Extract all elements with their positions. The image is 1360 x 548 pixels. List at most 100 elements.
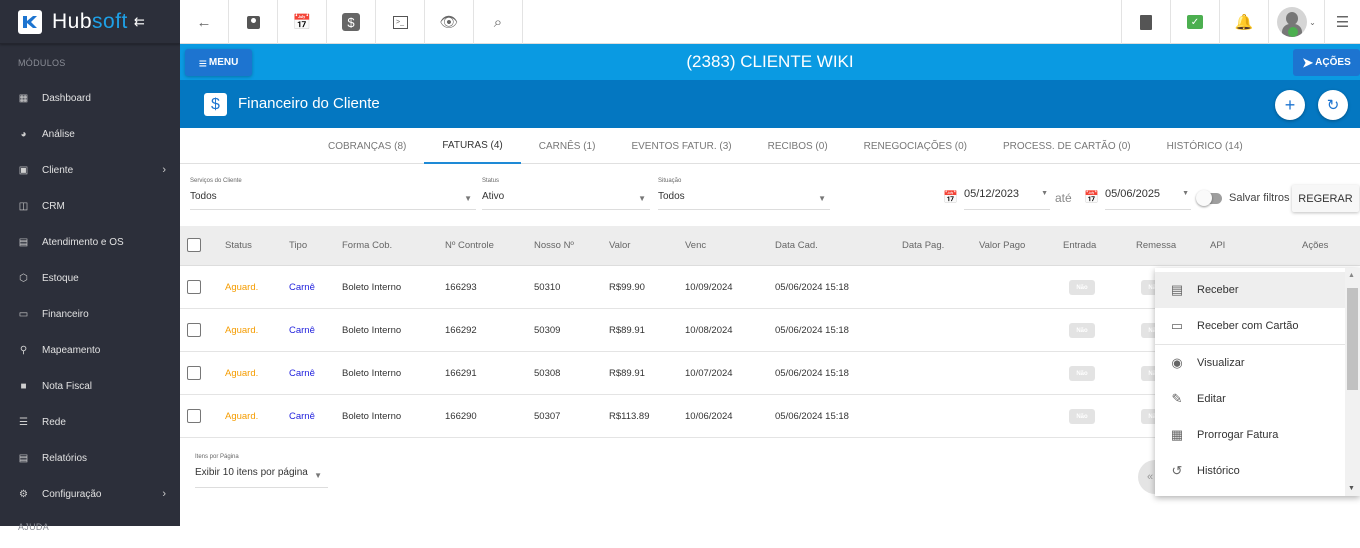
cell-tipo[interactable]: Carnê [289, 282, 315, 293]
cell-status: Aguard. [225, 411, 259, 422]
date-from-input[interactable]: 05/12/2023 ▼ [964, 188, 1050, 210]
situacao-select[interactable]: Situação Todos ▼ [658, 178, 830, 210]
cell-tipo[interactable]: Carnê [289, 368, 315, 379]
menu-item-visualizar[interactable]: ◉ Visualizar [1155, 345, 1360, 381]
cell-status: Aguard. [225, 368, 259, 379]
cell-valor: R$99.90 [609, 282, 645, 293]
cell-data-cad: 05/06/2024 15:18 [775, 411, 849, 422]
items-per-page-select[interactable]: Itens por Página Exibir 10 itens por pág… [195, 454, 328, 488]
date-to-input[interactable]: 05/06/2025 ▼ [1105, 188, 1191, 210]
menu-button[interactable]: ≡ MENU [185, 49, 252, 76]
terminal-button[interactable]: >_ [376, 0, 425, 44]
notifications-button[interactable]: 🔔 [1219, 0, 1268, 44]
menu-item-label: Histórico [1197, 465, 1240, 477]
cell-venc: 10/08/2024 [685, 325, 733, 336]
row-checkbox[interactable] [187, 409, 201, 423]
cell-venc: 10/07/2024 [685, 368, 733, 379]
column-header[interactable]: Tipo [289, 240, 307, 251]
sidebar-item-nota-fiscal[interactable]: ■ Nota Fiscal [0, 368, 180, 404]
column-header[interactable]: Forma Cob. [342, 240, 392, 251]
search-button[interactable]: ⌕ [474, 0, 523, 44]
collapse-sidebar-icon[interactable]: ⇇ [134, 14, 145, 30]
column-header[interactable]: Valor [609, 240, 630, 251]
cell-valor: R$89.91 [609, 325, 645, 336]
menu-item-receber-com-cartao[interactable]: ▭ Receber com Cartão [1155, 308, 1360, 344]
view-button[interactable]: 👁 [425, 0, 474, 44]
tab-2[interactable]: CARNÊS (1) [521, 128, 614, 164]
sidebar-item-crm[interactable]: ◫ CRM [0, 188, 180, 224]
column-header[interactable]: Ações [1302, 240, 1328, 251]
sidebar-item-estoque[interactable]: ⬡ Estoque [0, 260, 180, 296]
refresh-button[interactable]: ↻ [1318, 90, 1348, 120]
scroll-down-icon[interactable]: ▼ [1348, 485, 1355, 492]
servicos-select[interactable]: Serviços do Cliente Todos ▼ [190, 178, 476, 210]
finance-button[interactable]: $ [327, 0, 376, 44]
actions-button[interactable]: ➤ AÇÕES [1293, 49, 1360, 76]
map-pin-icon: ⚲ [19, 344, 28, 356]
cell-tipo[interactable]: Carnê [289, 411, 315, 422]
list-menu-button[interactable]: ☰ [1324, 0, 1360, 44]
tab-0[interactable]: COBRANÇAS (8) [310, 128, 424, 164]
save-filters-toggle[interactable] [1196, 190, 1222, 206]
scrollbar-thumb[interactable] [1347, 288, 1358, 390]
column-header[interactable]: API [1210, 240, 1225, 251]
calendar-icon[interactable]: 📅 [1084, 190, 1099, 204]
sidebar-item-rede[interactable]: ☰ Rede [0, 404, 180, 440]
date-separator: até [1055, 191, 1072, 205]
cell-status: Aguard. [225, 282, 259, 293]
sidebar-item-relat-rios[interactable]: ▤ Relatórios [0, 440, 180, 476]
tab-1[interactable]: FATURAS (4) [424, 128, 521, 164]
select-all-checkbox[interactable] [187, 238, 201, 252]
sidebar-item-dashboard[interactable]: ▦ Dashboard [0, 80, 180, 116]
scroll-up-icon[interactable]: ▲ [1348, 272, 1355, 279]
contact-card-icon [246, 15, 260, 29]
menu-item-prorrogar-fatura[interactable]: ▦ Prorrogar Fatura [1155, 417, 1360, 453]
items-per-page-label: Itens por Página [195, 454, 239, 460]
column-header[interactable]: Status [225, 240, 252, 251]
column-header[interactable]: Venc [685, 240, 706, 251]
calendar-icon[interactable]: 📅 [943, 190, 958, 204]
pdf-button[interactable] [1121, 0, 1170, 44]
row-checkbox[interactable] [187, 323, 201, 337]
dropdown-arrow-icon: ▼ [638, 194, 646, 203]
chat-button[interactable]: ✓ [1170, 0, 1219, 44]
sidebar-item-financeiro[interactable]: ▭ Financeiro [0, 296, 180, 332]
client-header: (2383) CLIENTE WIKI ≡ MENU ➤ AÇÕES [180, 44, 1360, 80]
regerar-button[interactable]: REGERAR [1292, 185, 1359, 212]
row-checkbox[interactable] [187, 280, 201, 294]
dashboard-icon: ▦ [18, 92, 29, 104]
sidebar-item-atendimento-e-os[interactable]: ▤ Atendimento e OS [0, 224, 180, 260]
tab-4[interactable]: RECIBOS (0) [750, 128, 846, 164]
menu-item-receber[interactable]: ▤ Receber [1155, 272, 1360, 308]
situacao-value: Todos [658, 191, 685, 202]
dropdown-arrow-icon: ▼ [1041, 190, 1048, 197]
column-header[interactable]: Nosso Nº [534, 240, 574, 251]
client-button[interactable] [229, 0, 278, 44]
menu-scrollbar[interactable]: ▲ ▼ [1345, 268, 1360, 496]
column-header[interactable]: Entrada [1063, 240, 1096, 251]
menu-item-editar[interactable]: ✎ Editar [1155, 381, 1360, 417]
menu-item-historico[interactable]: ↺ Histórico [1155, 453, 1360, 489]
column-header[interactable]: Valor Pago [979, 240, 1025, 251]
sidebar-item-an-lise[interactable]: ◕ Análise [0, 116, 180, 152]
sidebar-item-cliente[interactable]: ▣ Cliente › [0, 152, 180, 188]
tab-6[interactable]: PROCESS. DE CARTÃO (0) [985, 128, 1149, 164]
column-header[interactable]: Remessa [1136, 240, 1176, 251]
add-button[interactable]: + [1275, 90, 1305, 120]
row-checkbox[interactable] [187, 366, 201, 380]
tab-7[interactable]: HISTÓRICO (14) [1149, 128, 1261, 164]
sidebar-item-configura-o[interactable]: ⚙ Configuração › [0, 476, 180, 512]
status-select[interactable]: Status Ativo ▼ [482, 178, 650, 210]
column-header[interactable]: Data Pag. [902, 240, 944, 251]
cell-tipo[interactable]: Carnê [289, 325, 315, 336]
tab-5[interactable]: RENEGOCIAÇÕES (0) [846, 128, 985, 164]
user-menu-button[interactable]: ⌄ [1268, 0, 1324, 44]
column-header[interactable]: Data Cad. [775, 240, 818, 251]
sidebar-item-mapeamento[interactable]: ⚲ Mapeamento [0, 332, 180, 368]
schedule-button[interactable]: 📅 [278, 0, 327, 44]
back-button[interactable]: ← [180, 0, 229, 44]
tab-3[interactable]: EVENTOS FATUR. (3) [613, 128, 749, 164]
entrada-badge: Não [1069, 280, 1095, 295]
column-header[interactable]: Nº Controle [445, 240, 494, 251]
brand-logo[interactable]: Hubsoft ⇇ [0, 0, 180, 44]
